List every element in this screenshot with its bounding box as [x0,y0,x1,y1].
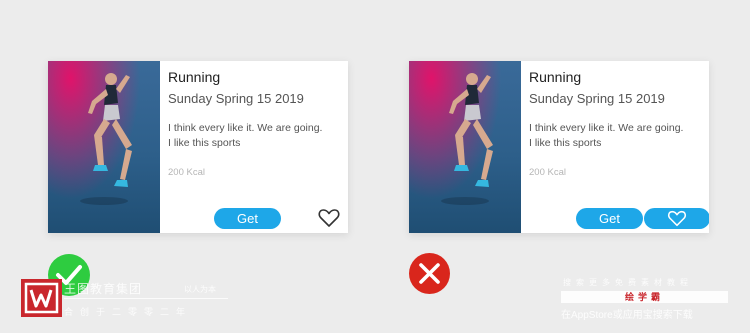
card-title: Running [529,69,582,85]
card-title: Running [168,69,221,85]
description-line-2: I like this sports [529,137,602,149]
get-button[interactable]: Get [214,208,281,229]
watermark-download-text: 在AppStore或应用宝搜索下载 [561,310,693,321]
cross-icon [409,253,450,294]
runner-photo [48,61,160,233]
watermark-app-name: 绘学霸 [561,291,728,303]
card-correct-example: Running Sunday Spring 15 2019 I think ev… [48,61,348,233]
get-button[interactable]: Get [576,208,643,229]
heart-button[interactable] [644,208,709,229]
heart-icon [667,210,687,227]
watermark-slogan: 以人为本 [184,285,216,294]
runner-photo [409,61,521,233]
card-description: I think every like it. We are going. I l… [168,121,344,151]
card-content: Running Sunday Spring 15 2019 I think ev… [529,61,709,233]
heart-icon[interactable] [318,208,340,228]
watermark-search-text: 搜索更多免费素材教程 [563,278,693,287]
calories-label: 200 Kcal [168,167,205,178]
watermark-subtitle: 合创于二零零二年 [64,307,193,317]
card-date: Sunday Spring 15 2019 [529,91,665,106]
runner-silhouette [441,73,493,205]
watermark-divider [64,298,228,299]
card-content: Running Sunday Spring 15 2019 I think ev… [168,61,348,233]
description-line-1: I think every like it. We are going. [168,122,323,134]
card-description: I think every like it. We are going. I l… [529,121,705,151]
description-line-2: I like this sports [168,137,241,149]
card-incorrect-example: Running Sunday Spring 15 2019 I think ev… [409,61,709,233]
card-date: Sunday Spring 15 2019 [168,91,304,106]
description-line-1: I think every like it. We are going. [529,122,684,134]
calories-label: 200 Kcal [529,167,566,178]
watermark-brand: 王图教育集团 [64,282,143,296]
watermark-logo [21,279,62,317]
runner-silhouette [80,73,132,205]
